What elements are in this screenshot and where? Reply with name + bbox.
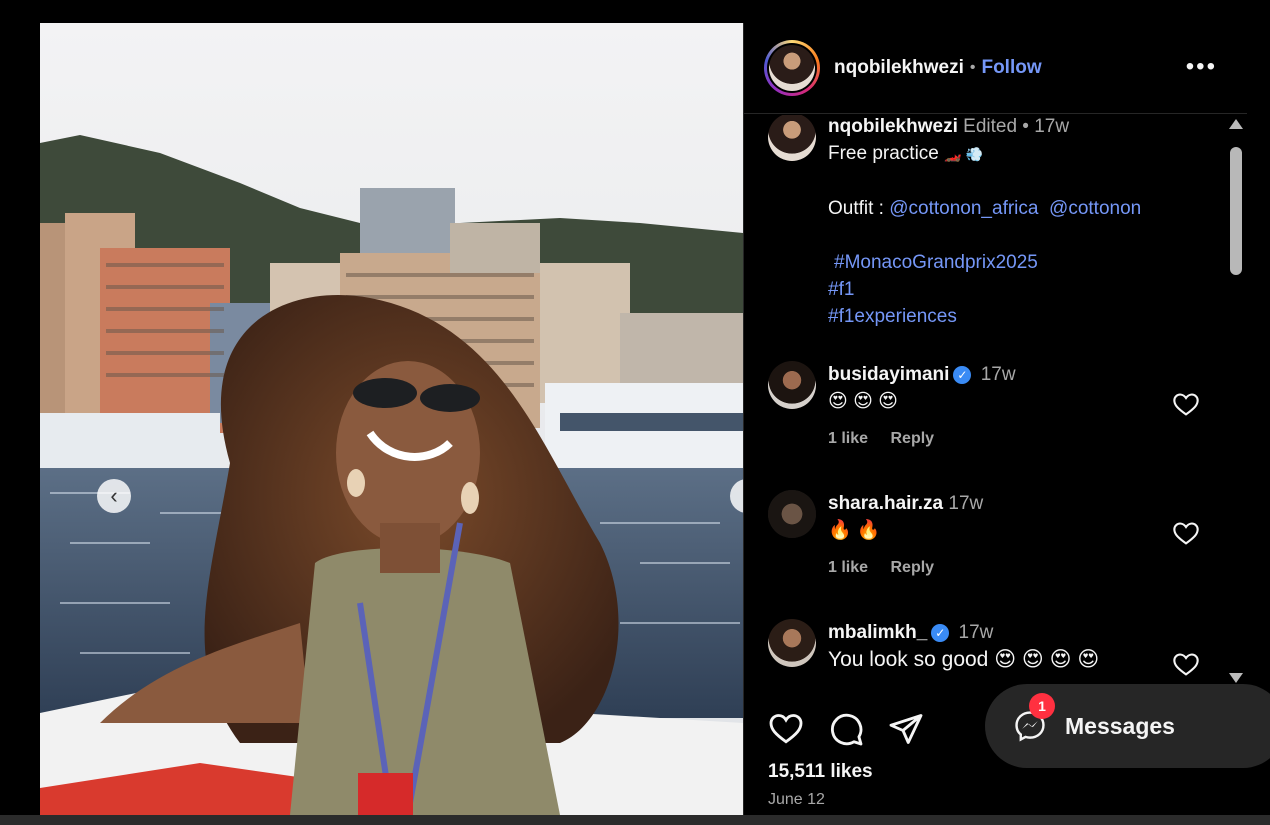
like-comment-heart-icon[interactable]: [1172, 651, 1200, 679]
likes-count[interactable]: 15,511 likes: [768, 761, 873, 783]
commenter-avatar[interactable]: [768, 619, 816, 667]
verified-badge-icon: ✓: [931, 623, 950, 642]
heart-icon[interactable]: [768, 711, 804, 747]
scroll-thumb[interactable]: [1230, 147, 1242, 275]
post-actions: [768, 711, 924, 747]
verified-badge-icon: ✓: [953, 365, 972, 384]
comment-likes[interactable]: 1 like: [828, 430, 868, 447]
post-date: June 12: [768, 791, 825, 808]
send-icon[interactable]: [888, 711, 924, 747]
previous-photo-button[interactable]: ‹: [97, 479, 131, 513]
author-username[interactable]: nqobilekhwezi: [834, 57, 964, 79]
post-photo: ‹ ›: [40, 23, 743, 815]
reply-button[interactable]: Reply: [890, 559, 934, 576]
reply-button[interactable]: Reply: [890, 430, 934, 447]
hashtag-link[interactable]: #f1experiences: [828, 306, 957, 327]
mention-link[interactable]: @cottonon_africa: [889, 198, 1038, 219]
comments-scrollbar[interactable]: [1225, 115, 1245, 687]
caption-text: Free practice: [828, 143, 939, 164]
commenter-username[interactable]: shara.hair.za: [828, 493, 943, 514]
comment-text: You look so good 😍 😍 😍 😍: [828, 648, 1100, 671]
commenter-avatar[interactable]: [768, 490, 816, 538]
post-header: nqobilekhwezi • Follow •••: [744, 23, 1247, 114]
outfit-label: Outfit :: [828, 198, 884, 219]
author-avatar[interactable]: [764, 40, 820, 96]
comment-time: 17w: [958, 622, 994, 643]
taskbar-strip: [0, 815, 1270, 825]
unread-badge: 1: [1029, 693, 1055, 719]
chevron-left-icon: ‹: [110, 483, 118, 508]
like-comment-heart-icon[interactable]: [1172, 391, 1200, 419]
separator-dot: •: [969, 59, 976, 76]
comment-time: 17w: [948, 493, 984, 514]
commenter-avatar[interactable]: [768, 361, 816, 409]
comments-list[interactable]: nqobilekhwezi Edited • 17w Free practice…: [744, 115, 1224, 687]
photo-illustration: [40, 23, 743, 815]
comment-time: 17w: [980, 364, 1016, 385]
scroll-up-arrow-icon[interactable]: [1229, 119, 1243, 129]
follow-button[interactable]: Follow: [981, 57, 1041, 79]
caption-edited: Edited: [963, 116, 1018, 137]
caption-avatar[interactable]: [768, 115, 816, 161]
comment-likes[interactable]: 1 like: [828, 559, 868, 576]
messages-button[interactable]: 1 Messages: [985, 684, 1270, 768]
mention-link[interactable]: @cottonon: [1049, 198, 1141, 219]
hashtag-link[interactable]: #MonacoGrandprix2025: [834, 252, 1038, 273]
caption-emoji: 🏎️ 💨: [944, 146, 983, 162]
comment-text: 😍 😍 😍: [828, 391, 898, 412]
like-comment-heart-icon[interactable]: [1172, 520, 1200, 548]
hashtag-link[interactable]: #f1: [828, 279, 854, 300]
messenger-icon: 1: [1013, 693, 1055, 743]
scroll-down-arrow-icon[interactable]: [1229, 673, 1243, 683]
messages-label: Messages: [1065, 712, 1175, 739]
comment-icon[interactable]: [828, 711, 864, 747]
commenter-username[interactable]: busidayimani: [828, 364, 949, 385]
caption-username[interactable]: nqobilekhwezi: [828, 116, 958, 137]
more-options-icon[interactable]: •••: [1186, 53, 1217, 81]
separator-dot: •: [1022, 116, 1035, 137]
commenter-username[interactable]: mbalimkh_: [828, 622, 927, 643]
comment-text: 🔥 🔥: [828, 520, 881, 541]
caption-time: 17w: [1034, 116, 1070, 137]
